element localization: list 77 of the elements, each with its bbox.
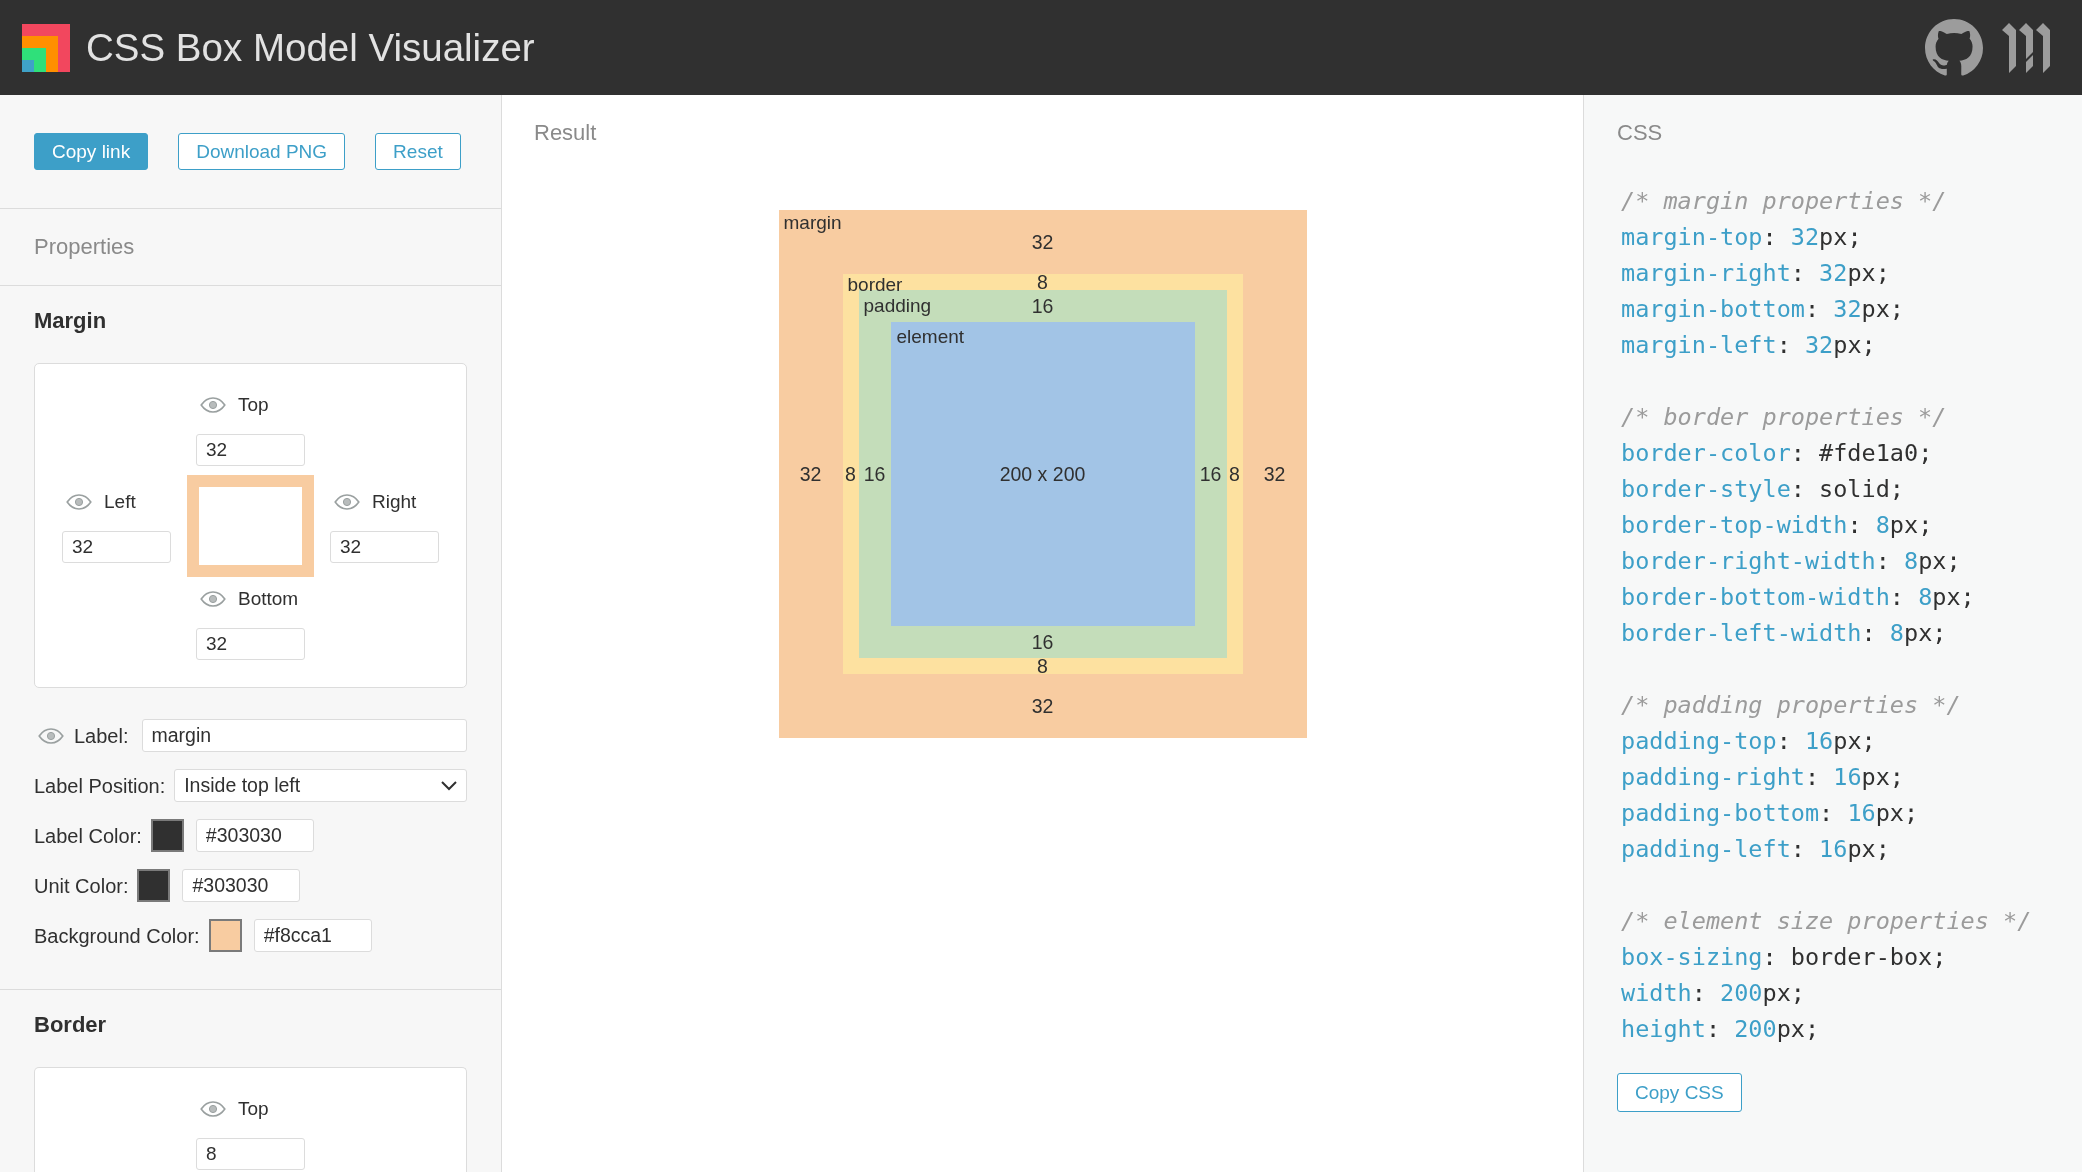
- size-value: 16: [1031, 634, 1054, 650]
- color-swatch-icon[interactable]: [208, 919, 242, 952]
- number-input[interactable]: 32: [62, 531, 171, 563]
- size-value: 8: [1037, 274, 1048, 290]
- section-heading: Margin: [34, 308, 107, 334]
- layer-label: margin: [783, 213, 842, 232]
- css-declaration: height: 200px;: [1621, 1014, 1820, 1045]
- css-comment: /* padding properties */: [1621, 690, 1961, 721]
- css-declaration: width: 200px;: [1621, 978, 1805, 1009]
- size-value: 200 x 200: [999, 463, 1086, 485]
- size-value: 16: [1199, 466, 1222, 482]
- size-value: 8: [1037, 658, 1048, 674]
- css-declaration: box-sizing: border-box;: [1621, 942, 1947, 973]
- css-declaration: padding-right: 16px;: [1621, 762, 1904, 793]
- size-value: 32: [1031, 234, 1054, 250]
- size-value: 32: [799, 466, 822, 482]
- field-label: Label Position:: [34, 773, 166, 798]
- eye-icon[interactable]: [334, 494, 360, 510]
- eye-icon[interactable]: [200, 591, 226, 607]
- cat-logo-icon[interactable]: [1925, 18, 1983, 77]
- side-label: Right: [372, 490, 417, 514]
- field-label: Label:: [74, 723, 129, 748]
- css-declaration: border-color: #fde1a0;: [1621, 438, 1933, 469]
- panel-title: Result: [534, 120, 597, 146]
- css-declaration: border-top-width: 8px;: [1621, 510, 1933, 541]
- css-comment: /* element size properties */: [1621, 906, 2032, 937]
- eye-icon[interactable]: [66, 494, 92, 510]
- size-value: 32: [1263, 466, 1286, 482]
- side-label: Top: [238, 1097, 269, 1121]
- size-value: 8: [1229, 466, 1240, 482]
- app-title: CSS Box Model Visualizer: [86, 25, 535, 70]
- color-swatch-icon[interactable]: [137, 869, 171, 902]
- size-value: 16: [863, 466, 886, 482]
- color-input[interactable]: #f8cca1: [253, 919, 372, 952]
- number-input[interactable]: 32: [196, 434, 305, 466]
- css-comment: /* border properties */: [1621, 402, 1947, 433]
- number-input[interactable]: 32: [196, 628, 305, 660]
- color-input[interactable]: #303030: [182, 869, 301, 902]
- css-declaration: padding-left: 16px;: [1621, 834, 1890, 865]
- dropdown[interactable]: Inside top left: [174, 769, 467, 802]
- number-input[interactable]: 32: [330, 531, 439, 563]
- eye-icon[interactable]: [200, 397, 226, 413]
- css-declaration: margin-left: 32px;: [1621, 330, 1876, 361]
- size-value: 8: [845, 466, 856, 482]
- css-comment: /* margin properties */: [1621, 186, 1947, 217]
- size-value: 32: [1031, 698, 1054, 714]
- panel-title: Properties: [34, 234, 135, 260]
- layer-label: border: [847, 275, 903, 294]
- chevron-down-icon: [441, 780, 457, 791]
- css-declaration: border-bottom-width: 8px;: [1621, 582, 1975, 613]
- css-declaration: margin-right: 32px;: [1621, 258, 1890, 289]
- field-label: Label Color:: [34, 823, 142, 848]
- eye-icon[interactable]: [38, 727, 64, 744]
- field-label: Unit Color:: [34, 873, 129, 898]
- css-declaration: margin-top: 32px;: [1621, 222, 1862, 253]
- panel-title: CSS: [1617, 120, 1663, 146]
- text-input[interactable]: margin: [141, 719, 467, 752]
- color-swatch-icon[interactable]: [150, 819, 184, 852]
- layer-label: padding: [863, 296, 932, 315]
- eye-icon[interactable]: [200, 1101, 226, 1117]
- css-declaration: margin-bottom: 32px;: [1621, 294, 1904, 325]
- field-label: Background Color:: [34, 923, 200, 948]
- side-label: Bottom: [238, 587, 299, 611]
- css-declaration: border-left-width: 8px;: [1621, 618, 1947, 649]
- section-heading: Border: [34, 1012, 107, 1038]
- size-value: 16: [1031, 298, 1054, 314]
- bars-logo-icon[interactable]: [2002, 21, 2050, 74]
- side-label: Top: [238, 393, 269, 417]
- layer-label: element: [896, 327, 965, 346]
- number-input[interactable]: 8: [196, 1138, 305, 1170]
- css-declaration: border-right-width: 8px;: [1621, 546, 1961, 577]
- css-declaration: padding-bottom: 16px;: [1621, 798, 1919, 829]
- side-label: Left: [104, 490, 136, 514]
- css-declaration: border-style: solid;: [1621, 474, 1904, 505]
- css-declaration: padding-top: 16px;: [1621, 726, 1876, 757]
- logo-icon: [22, 23, 70, 72]
- color-input[interactable]: #303030: [195, 819, 314, 852]
